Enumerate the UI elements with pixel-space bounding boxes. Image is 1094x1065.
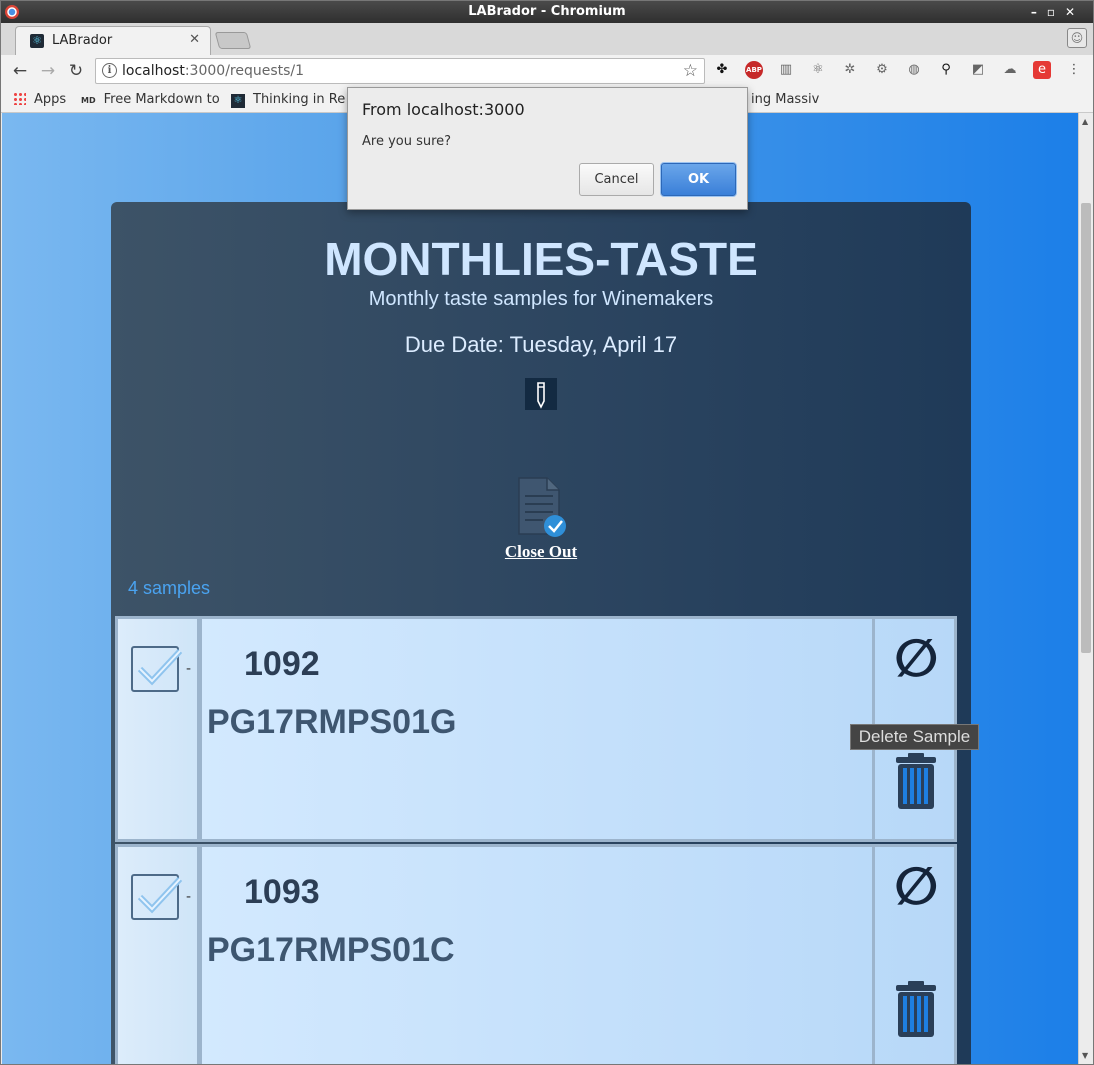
page-scrollbar[interactable]: ▲ ▼	[1078, 113, 1093, 1064]
bookmark-markdown[interactable]: MD Free Markdown to	[81, 91, 221, 109]
checkbox-checked-icon[interactable]	[130, 641, 186, 697]
delete-sample-tooltip: Delete Sample	[850, 724, 979, 750]
window-controls[interactable]: –▫✕	[1031, 1, 1085, 23]
cancel-button[interactable]: Cancel	[579, 163, 654, 196]
sample-check-cell: -	[118, 619, 202, 839]
forward-arrow-icon[interactable]: →	[37, 60, 59, 82]
document-check-icon	[518, 477, 566, 537]
window-titlebar: LABrador - Chromium –▫✕	[1, 1, 1093, 23]
bookmark-thinking-label: Thinking in Re	[253, 92, 346, 107]
tab-close-icon[interactable]: ✕	[189, 32, 200, 47]
request-title: MONTHLIES-TASTE	[324, 233, 758, 285]
sample-code: PG17RMPS01C	[207, 931, 455, 969]
bookmark-apps[interactable]: Apps	[13, 91, 66, 109]
sample-actions-cell: ∅	[878, 847, 954, 1064]
tab-strip: ⚛ LABrador ✕ ☺	[1, 23, 1093, 55]
new-tab-button[interactable]	[214, 32, 252, 49]
browser-toolbar: ← → ↻ i localhost:3000/requests/1 ☆ ✤ AB…	[1, 55, 1093, 87]
dialog-message: Are you sure?	[362, 134, 452, 149]
close-out-label: Close Out	[504, 542, 578, 561]
bookmark-apps-label: Apps	[34, 92, 67, 107]
bookmark-star-icon[interactable]: ☆	[683, 61, 698, 81]
request-subtitle: Monthly taste samples for Winemakers	[368, 288, 714, 310]
sample-number: 1093	[244, 873, 320, 911]
browser-tab-labrador[interactable]: ⚛ LABrador ✕	[15, 26, 211, 55]
dialog-title: From localhost:3000	[362, 100, 525, 119]
close-out-button[interactable]: Close Out	[491, 474, 591, 562]
confirm-dialog: From localhost:3000 Are you sure? Cancel…	[347, 87, 748, 210]
ok-button[interactable]: OK	[661, 163, 736, 196]
site-info-icon[interactable]: i	[102, 63, 117, 78]
sample-dash: -	[186, 889, 192, 905]
adblock-extension-icon[interactable]: ABP	[745, 61, 763, 79]
null-sample-button[interactable]: ∅	[894, 631, 939, 687]
tab-title: LABrador	[52, 33, 113, 48]
bookmark-massive[interactable]: ing Massiv	[751, 91, 819, 109]
extension-react-icon[interactable]: ⚛	[809, 61, 827, 79]
trash-icon[interactable]	[894, 981, 938, 1039]
extension-magnifier-icon[interactable]: ⚲	[937, 61, 955, 79]
url-host: localhost	[122, 63, 185, 79]
sample-number: 1092	[244, 645, 320, 683]
sample-dash: -	[186, 661, 192, 677]
apps-grid-icon	[13, 92, 26, 105]
sample-count: 4 samples	[128, 578, 211, 598]
null-sample-button[interactable]: ∅	[894, 859, 939, 915]
address-bar[interactable]: i localhost:3000/requests/1 ☆	[95, 58, 705, 84]
scroll-up-icon[interactable]: ▲	[1082, 117, 1088, 126]
sample-row: - 1092 PG17RMPS01G ∅	[115, 616, 957, 842]
sample-info-cell: 1092 PG17RMPS01G	[207, 619, 875, 839]
sample-code: PG17RMPS01G	[207, 703, 457, 741]
reload-icon[interactable]: ↻	[65, 60, 87, 82]
scrollbar-thumb[interactable]	[1081, 203, 1091, 653]
extension-gear-icon[interactable]: ✲	[841, 61, 859, 79]
extension-red-icon[interactable]: e	[1033, 61, 1051, 79]
react-bookmark-icon: ⚛	[231, 94, 245, 108]
edit-button[interactable]	[525, 378, 557, 410]
bookmark-massive-label: ing Massiv	[751, 92, 820, 107]
window-title: LABrador - Chromium	[468, 4, 626, 19]
react-favicon-icon: ⚛	[30, 34, 44, 48]
request-card: MONTHLIES-TASTE Monthly taste samples fo…	[111, 202, 971, 1064]
extension-cast-icon[interactable]: ◩	[969, 61, 987, 79]
trash-icon[interactable]	[894, 753, 938, 811]
sample-row: - 1093 PG17RMPS01C ∅	[115, 844, 957, 1064]
extension-trash-icon[interactable]: ▥	[777, 61, 795, 79]
due-date: Due Date: Tuesday, April 17	[404, 332, 678, 357]
pencil-icon	[537, 382, 545, 409]
browser-menu-icon[interactable]: ⋮	[1065, 61, 1083, 79]
checkbox-checked-icon[interactable]	[130, 869, 186, 925]
address-url: localhost:3000/requests/1	[122, 63, 304, 79]
extension-circle-icon[interactable]: ◍	[905, 61, 923, 79]
sample-check-cell: -	[118, 847, 202, 1064]
chromium-logo-icon	[5, 5, 19, 19]
back-arrow-icon[interactable]: ←	[9, 60, 31, 82]
browser-window: LABrador - Chromium –▫✕ ⚛ LABrador ✕ ☺ ←…	[0, 0, 1094, 1065]
extension-cog-icon[interactable]: ⚙	[873, 61, 891, 79]
bookmark-thinking-in-react[interactable]: ⚛ Thinking in Re	[231, 91, 349, 109]
page-viewport: MONTHLIES-TASTE Monthly taste samples fo…	[2, 113, 1078, 1064]
markdown-favicon-icon: MD	[81, 96, 96, 105]
extension-cloud-icon[interactable]: ☁	[1001, 61, 1019, 79]
scroll-down-icon[interactable]: ▼	[1082, 1051, 1088, 1060]
url-path: :3000/requests/1	[184, 63, 305, 79]
extension-paw-icon[interactable]: ✤	[713, 61, 731, 79]
sample-info-cell: 1093 PG17RMPS01C	[207, 847, 875, 1064]
profile-icon[interactable]: ☺	[1067, 28, 1087, 48]
bookmark-markdown-label: Free Markdown to	[103, 92, 220, 107]
